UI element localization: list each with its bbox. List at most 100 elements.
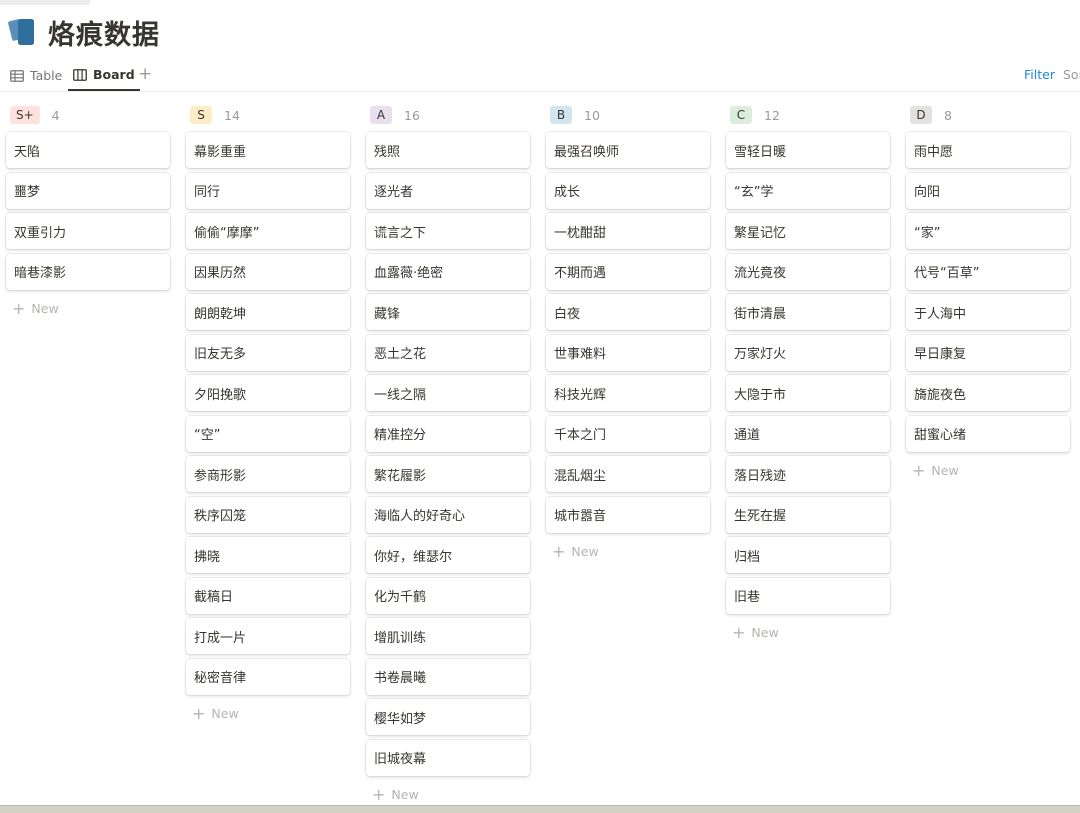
tab-table[interactable]: Table	[10, 60, 62, 91]
new-card-button[interactable]: + New	[366, 780, 530, 805]
board-card[interactable]: 世事难料	[546, 334, 710, 371]
column-count: 8	[944, 107, 952, 123]
plus-icon: +	[192, 703, 206, 723]
board-card[interactable]: 朗朗乾坤	[186, 294, 350, 330]
board-card[interactable]: 千本之门	[546, 415, 710, 452]
board-card[interactable]: 偷偷“摩摩”	[186, 213, 350, 249]
new-card-button[interactable]: + New	[546, 537, 710, 565]
board-card[interactable]: 旧友无多	[186, 334, 350, 371]
board-card[interactable]: 拂晓	[186, 537, 350, 573]
bottom-scroll-strip	[0, 805, 1080, 813]
board-card[interactable]: 增肌训练	[366, 618, 530, 654]
board-card[interactable]: 不期而遇	[546, 253, 710, 290]
board-card[interactable]: 早日康复	[906, 334, 1070, 371]
board-card[interactable]: 秘密音律	[186, 658, 350, 695]
board-card[interactable]: 混乱烟尘	[546, 456, 710, 492]
board-card[interactable]: 双重引力	[6, 213, 170, 249]
column-header[interactable]: S+ 4	[6, 100, 170, 130]
new-card-button[interactable]: + New	[6, 294, 170, 322]
board-card[interactable]: 向阳	[906, 172, 1070, 209]
board-card[interactable]: 参商形影	[186, 456, 350, 492]
board-card[interactable]: 于人海中	[906, 294, 1070, 330]
board-card[interactable]: 最强召唤师	[546, 132, 710, 168]
column-count: 16	[404, 107, 420, 123]
column-count: 12	[764, 107, 780, 123]
board-card[interactable]: 甜蜜心绪	[906, 415, 1070, 452]
board-card[interactable]: “家”	[906, 213, 1070, 249]
column-count: 14	[224, 107, 240, 123]
board-card[interactable]: 你好，维瑟尔	[366, 537, 530, 573]
plus-icon: +	[372, 784, 386, 804]
new-card-button[interactable]: + New	[906, 456, 1070, 484]
board-card[interactable]: 天陷	[6, 132, 170, 168]
board-card[interactable]: 藏锋	[366, 294, 530, 330]
new-card-button[interactable]: + New	[186, 699, 350, 727]
board-card[interactable]: 成长	[546, 172, 710, 209]
board-card[interactable]: 噩梦	[6, 172, 170, 209]
new-card-label: New	[571, 543, 599, 559]
column-tag-badge: D	[910, 106, 932, 124]
board-card[interactable]: 海临人的好奇心	[366, 496, 530, 533]
board-card[interactable]: 樱华如梦	[366, 699, 530, 735]
column-header[interactable]: S 14	[186, 100, 350, 130]
board-card[interactable]: 旧城夜幕	[366, 739, 530, 776]
board-card[interactable]: 归档	[726, 537, 890, 573]
board-card[interactable]: 幕影重重	[186, 132, 350, 168]
column-header[interactable]: B 10	[546, 100, 710, 130]
board-card[interactable]: 大隐于市	[726, 375, 890, 411]
column-tag-badge: S+	[10, 106, 40, 124]
board-card[interactable]: 恶土之花	[366, 334, 530, 371]
board-card[interactable]: 流光竟夜	[726, 253, 890, 290]
board-card[interactable]: 一线之隔	[366, 375, 530, 411]
board-card[interactable]: 旧巷	[726, 577, 890, 614]
board-card[interactable]: 血露薇·绝密	[366, 253, 530, 290]
board-card[interactable]: 一枕酣甜	[546, 213, 710, 249]
column-count: 10	[584, 107, 600, 123]
board-card[interactable]: 截稿日	[186, 577, 350, 614]
board-card[interactable]: 夕阳挽歌	[186, 375, 350, 411]
board-card[interactable]: “空”	[186, 415, 350, 452]
board-card[interactable]: 通道	[726, 415, 890, 452]
board-card[interactable]: 逐光者	[366, 172, 530, 209]
column-header[interactable]: A 16	[366, 100, 530, 130]
new-card-label: New	[211, 705, 239, 721]
board-card[interactable]: 因果历然	[186, 253, 350, 290]
view-tabs-bar: Table Board + Filter Sor	[0, 60, 1080, 92]
board-card[interactable]: 白夜	[546, 294, 710, 330]
filter-button[interactable]: Filter	[1024, 67, 1055, 82]
board-card[interactable]: 街市清晨	[726, 294, 890, 330]
board-card[interactable]: 雪轻日暖	[726, 132, 890, 168]
board-card[interactable]: 打成一片	[186, 618, 350, 654]
board-card[interactable]: 书卷晨曦	[366, 658, 530, 695]
board-card[interactable]: 雨中愿	[906, 132, 1070, 168]
board-column: S 14 幕影重重同行偷偷“摩摩” 因果历然朗朗乾坤旧友无多夕阳挽歌 “空” 参商形影秩序…	[186, 100, 350, 727]
new-card-label: New	[931, 462, 959, 478]
column-header[interactable]: C 12	[726, 100, 890, 130]
sort-button[interactable]: Sor	[1063, 67, 1080, 82]
board-card[interactable]: 旖旎夜色	[906, 375, 1070, 411]
board-card[interactable]: 化为千鹤	[366, 577, 530, 614]
plus-icon: +	[732, 622, 746, 642]
board-card[interactable]: 精准控分	[366, 415, 530, 452]
board-card[interactable]: 落日残迹	[726, 456, 890, 492]
new-card-button[interactable]: + New	[726, 618, 890, 646]
board-card[interactable]: 暗巷漆影	[6, 253, 170, 290]
column-tag-badge: S	[190, 106, 212, 124]
board-card[interactable]: “玄”学	[726, 172, 890, 209]
plus-icon: +	[12, 298, 26, 318]
board-card[interactable]: 秩序囚笼	[186, 496, 350, 533]
plus-icon[interactable]: +	[138, 64, 152, 84]
board-card[interactable]: 繁花履影	[366, 456, 530, 492]
board-card[interactable]: 同行	[186, 172, 350, 209]
column-header[interactable]: D8	[906, 100, 1070, 130]
board-card[interactable]: 万家灯火	[726, 334, 890, 371]
board-card[interactable]: 残照	[366, 132, 530, 168]
board-card[interactable]: 繁星记忆	[726, 213, 890, 249]
board-card[interactable]: 生死在握	[726, 496, 890, 533]
board-card[interactable]: 科技光辉	[546, 375, 710, 411]
board-card[interactable]: 城市嚣音	[546, 496, 710, 533]
tab-board[interactable]: Board	[68, 60, 140, 91]
new-card-label: New	[31, 300, 59, 316]
board-card[interactable]: 代号“百草”	[906, 253, 1070, 290]
board-card[interactable]: 谎言之下	[366, 213, 530, 249]
